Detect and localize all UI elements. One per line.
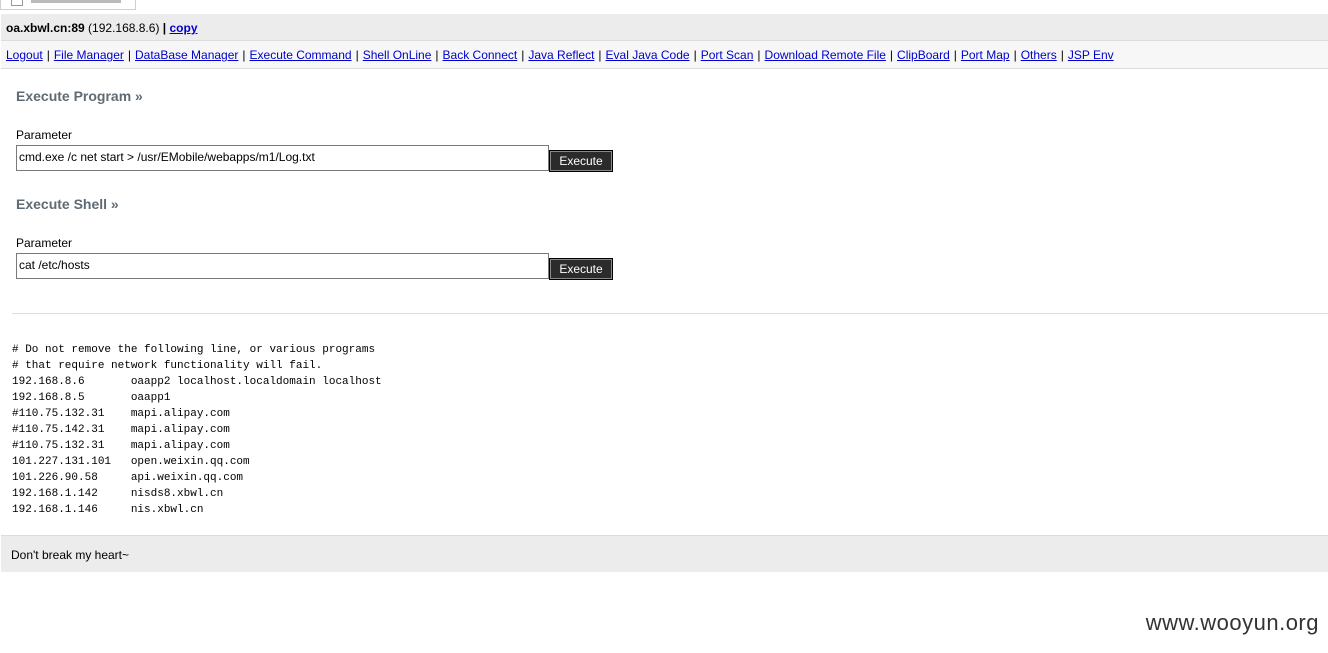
output-line: 192.168.1.142 nisds8.xbwl.cn (12, 488, 224, 500)
nav-separator: | (953, 48, 957, 62)
output-line: 101.226.90.58 api.weixin.qq.com (12, 472, 244, 484)
output-line: # that require network functionality wil… (12, 360, 323, 372)
nav-link-download-remote-file[interactable]: Download Remote File (765, 48, 886, 62)
nav-separator: | (1013, 48, 1017, 62)
execute-program-heading: Execute Program » (16, 88, 143, 104)
checkbox-fragment[interactable] (11, 0, 23, 6)
shell-parameter-value: cat /etc/hosts (19, 258, 90, 272)
execute-program-button[interactable]: Execute (549, 150, 613, 172)
nav-separator: | (46, 48, 50, 62)
nav-separator: | (757, 48, 761, 62)
nav-link-database-manager[interactable]: DataBase Manager (135, 48, 238, 62)
nav-link-jsp-env[interactable]: JSP Env (1068, 48, 1114, 62)
divider (12, 313, 1328, 314)
nav-link-eval-java-code[interactable]: Eval Java Code (606, 48, 690, 62)
output-line: #110.75.142.31 mapi.alipay.com (12, 424, 230, 436)
nav-link-port-scan[interactable]: Port Scan (701, 48, 754, 62)
output-line: #110.75.132.31 mapi.alipay.com (12, 408, 230, 420)
host-sep: | (162, 21, 167, 35)
command-output: # Do not remove the following line, or v… (12, 342, 382, 518)
output-line: 192.168.8.5 oaapp1 (12, 392, 171, 404)
nav-separator: | (693, 48, 697, 62)
host-ip-wrap: (192.168.8.6) (88, 21, 160, 35)
copy-link[interactable]: copy (170, 21, 198, 35)
nav-separator: | (242, 48, 246, 62)
shell-parameter-input[interactable]: cat /etc/hosts (16, 253, 549, 279)
nav-link-file-manager[interactable]: File Manager (54, 48, 124, 62)
host-info: oa.xbwl.cn:89 (192.168.8.6) | copy (6, 21, 198, 35)
nav-link-clipboard[interactable]: ClipBoard (897, 48, 950, 62)
output-line: #110.75.132.31 mapi.alipay.com (12, 440, 230, 452)
execute-shell-heading: Execute Shell » (16, 196, 119, 212)
nav-separator: | (889, 48, 894, 62)
nav-link-execute-command[interactable]: Execute Command (250, 48, 352, 62)
top-fragment (0, 0, 136, 10)
nav-link-logout[interactable]: Logout (6, 48, 43, 62)
watermark: www.wooyun.org (1145, 610, 1319, 635)
host-name: oa.xbwl.cn:89 (6, 21, 85, 35)
program-parameter-value: cmd.exe /c net start > /usr/EMobile/weba… (19, 150, 315, 164)
text-fragment (31, 0, 121, 3)
nav-link-others[interactable]: Others (1021, 48, 1057, 62)
program-parameter-input[interactable]: cmd.exe /c net start > /usr/EMobile/weba… (16, 145, 549, 171)
program-parameter-label: Parameter (16, 128, 73, 142)
footer-text: Don't break my heart~ (11, 548, 130, 562)
nav-separator: | (598, 48, 602, 62)
nav-separator: | (1060, 48, 1064, 62)
output-line: 101.227.131.101 open.weixin.qq.com (12, 456, 250, 468)
nav-separator: | (355, 48, 359, 62)
host-bar: oa.xbwl.cn:89 (192.168.8.6) | copy (1, 14, 1328, 41)
nav-link-java-reflect[interactable]: Java Reflect (528, 48, 594, 62)
nav-separator: | (521, 48, 525, 62)
output-line: # Do not remove the following line, or v… (12, 344, 376, 356)
shell-parameter-label: Parameter (16, 236, 73, 250)
nav-separator: | (435, 48, 439, 62)
nav-bar: Logout | File Manager | DataBase Manager | Exe… (1, 41, 1328, 69)
host-ip: 192.168.8.6 (92, 21, 156, 35)
nav-separator: | (127, 48, 131, 62)
output-line: 192.168.8.6 oaapp2 localhost.localdomain… (12, 376, 382, 388)
execute-shell-button[interactable]: Execute (549, 258, 613, 280)
nav-link-port-map[interactable]: Port Map (961, 48, 1010, 62)
nav-link-shell-online[interactable]: Shell OnLine (363, 48, 432, 62)
footer-bar: Don't break my heart~ (1, 535, 1328, 572)
nav-link-back-connect[interactable]: Back Connect (443, 48, 518, 62)
nav-links: Logout | File Manager | DataBase Manager | Exe… (6, 48, 1114, 62)
output-line: 192.168.1.146 nis.xbwl.cn (12, 504, 204, 516)
